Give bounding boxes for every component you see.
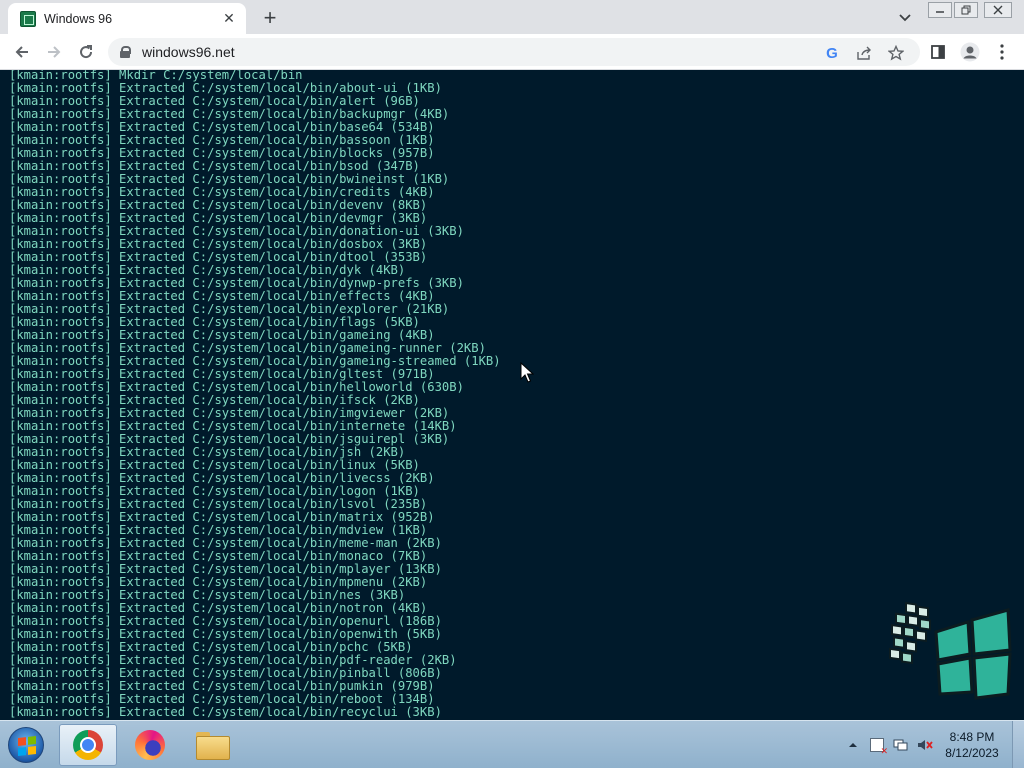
google-lens-icon[interactable]: G: [822, 43, 842, 63]
profile-avatar-icon[interactable]: [956, 38, 984, 66]
forward-button[interactable]: [40, 38, 68, 66]
action-center-flag-icon[interactable]: [868, 736, 888, 757]
start-button[interactable]: [4, 725, 48, 765]
reload-button[interactable]: [72, 38, 100, 66]
boot-log-lines: [kmain:rootfs] Mkdir C:/system/local/bin…: [9, 70, 501, 719]
address-bar[interactable]: windows96.net G: [108, 38, 920, 66]
clock-time: 8:48 PM: [949, 730, 995, 744]
show-desktop-button[interactable]: [1012, 721, 1024, 768]
tab-title: Windows 96: [44, 11, 113, 26]
restore-button[interactable]: [954, 2, 978, 18]
clock-date: 8/12/2023: [945, 746, 999, 760]
system-tray: 8:48 PM 8/12/2023: [844, 721, 1024, 768]
boot-log-terminal: [kmain:rootfs] Mkdir C:/system/local/bin…: [0, 70, 1024, 720]
url-text[interactable]: windows96.net: [142, 44, 235, 60]
side-panel-icon[interactable]: [924, 38, 952, 66]
tab-close-icon[interactable]: ✕: [220, 10, 238, 28]
taskbar-firefox-button[interactable]: [121, 724, 179, 766]
browser-tabstrip: Windows 96 ✕ +: [0, 0, 1024, 34]
taskbar-file-explorer-button[interactable]: [183, 724, 241, 766]
folder-icon: [196, 732, 230, 760]
minimize-button[interactable]: [928, 2, 952, 18]
kebab-menu-icon[interactable]: [988, 38, 1016, 66]
share-icon[interactable]: [854, 43, 874, 63]
browser-tab[interactable]: Windows 96 ✕: [8, 3, 246, 34]
close-window-button[interactable]: [984, 2, 1012, 18]
taskbar-clock[interactable]: 8:48 PM 8/12/2023: [940, 729, 1004, 761]
chrome-icon: [73, 730, 103, 760]
lock-icon[interactable]: [120, 46, 131, 58]
tab-search-chevron-icon[interactable]: [894, 7, 916, 29]
log-line: [kmain:rootfs] Extracted C:/system/local…: [9, 705, 442, 719]
bookmark-star-icon[interactable]: [886, 43, 906, 63]
show-hidden-icons-chevron-icon[interactable]: [844, 736, 862, 754]
windows-start-orb-icon[interactable]: [8, 727, 44, 763]
back-button[interactable]: [8, 38, 36, 66]
taskbar-chrome-button[interactable]: [59, 724, 117, 766]
firefox-icon: [135, 730, 165, 760]
new-tab-button[interactable]: +: [258, 5, 282, 30]
windows96-logo-icon: [889, 602, 1012, 700]
windows96-favicon-icon: [20, 10, 36, 27]
network-icon[interactable]: [892, 736, 910, 754]
volume-muted-icon[interactable]: [916, 736, 934, 754]
mouse-cursor-icon: [520, 362, 534, 383]
browser-toolbar: windows96.net G: [0, 34, 1024, 70]
taskbar: 8:48 PM 8/12/2023: [0, 720, 1024, 768]
